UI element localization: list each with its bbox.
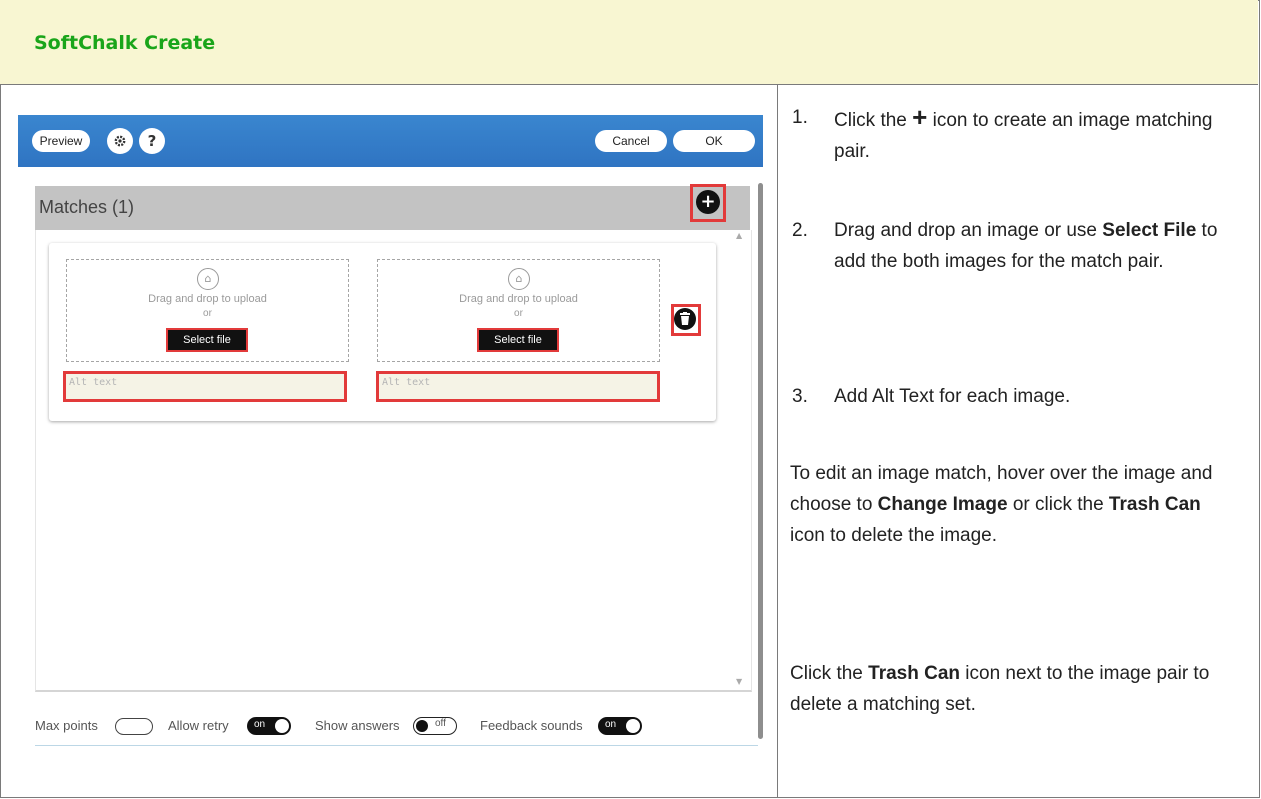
- ok-button[interactable]: OK: [673, 130, 755, 152]
- step-text: Click the + icon to create an image matc…: [834, 102, 1213, 162]
- footer-divider: [35, 745, 758, 746]
- header-bar: SoftChalk Create: [0, 0, 1258, 85]
- add-pair-button[interactable]: +: [696, 190, 720, 214]
- feedback-sounds-toggle[interactable]: on: [598, 717, 642, 735]
- dropzone-text: Drag and drop to upload: [459, 293, 578, 305]
- gear-icon[interactable]: [107, 128, 133, 154]
- select-file-button[interactable]: Select file: [477, 328, 559, 352]
- scroll-down-icon[interactable]: ▼: [736, 677, 742, 686]
- toggle-state: on: [254, 719, 266, 730]
- feedback-sounds-label: Feedback sounds: [480, 718, 583, 733]
- select-file-button[interactable]: Select file: [166, 328, 248, 352]
- alt-text-placeholder: Alt text: [69, 377, 118, 388]
- dropzone-text: Drag and drop to upload: [148, 293, 267, 305]
- trash-icon[interactable]: [674, 308, 696, 330]
- matches-header: Matches (1): [35, 186, 750, 230]
- delete-instructions: Click the Trash Can icon next to the ima…: [790, 663, 1210, 715]
- page-title: SoftChalk Create: [34, 32, 216, 54]
- alt-text-input-left[interactable]: Alt text: [63, 371, 347, 402]
- image-icon: ⌂: [508, 268, 530, 290]
- toggle-state: on: [605, 719, 617, 730]
- scroll-up-icon[interactable]: ▲: [736, 231, 742, 240]
- show-answers-toggle[interactable]: off: [413, 717, 457, 735]
- image-icon: ⌂: [197, 268, 219, 290]
- step-number: 3.: [792, 386, 808, 407]
- matches-title: Matches (1): [39, 197, 135, 217]
- show-answers-label: Show answers: [315, 718, 400, 733]
- allow-retry-label: Allow retry: [168, 718, 229, 733]
- dropzone-or: or: [514, 308, 523, 319]
- alt-text-input-right[interactable]: Alt text: [376, 371, 660, 402]
- edit-instructions: To edit an image match, hover over the i…: [790, 463, 1213, 546]
- help-button[interactable]: ?: [139, 128, 165, 154]
- cancel-button[interactable]: Cancel: [595, 130, 667, 152]
- step-number: 1.: [792, 107, 808, 128]
- step-text: Drag and drop an image or use Select Fil…: [834, 220, 1218, 272]
- column-divider: [777, 85, 778, 797]
- outer-scrollbar[interactable]: [758, 183, 763, 739]
- max-points-label: Max points: [35, 718, 98, 733]
- dropzone-left[interactable]: ⌂ Drag and drop to upload or Select file: [66, 259, 349, 362]
- max-points-input[interactable]: [115, 718, 153, 735]
- editor-screenshot: Preview ? Cancel OK Matches (1) + ▲ ▼ ⌂ …: [18, 115, 763, 755]
- step-number: 2.: [792, 220, 808, 241]
- allow-retry-toggle[interactable]: on: [247, 717, 291, 735]
- dropzone-or: or: [203, 308, 212, 319]
- editor-toolbar: Preview ? Cancel OK: [18, 115, 763, 167]
- plus-icon: +: [912, 102, 928, 132]
- preview-button[interactable]: Preview: [32, 130, 90, 152]
- match-pair-card: ⌂ Drag and drop to upload or Select file…: [49, 243, 716, 421]
- toggle-state: off: [435, 718, 446, 729]
- step-text: Add Alt Text for each image.: [834, 386, 1071, 407]
- alt-text-placeholder: Alt text: [382, 377, 431, 388]
- dropzone-right[interactable]: ⌂ Drag and drop to upload or Select file: [377, 259, 660, 362]
